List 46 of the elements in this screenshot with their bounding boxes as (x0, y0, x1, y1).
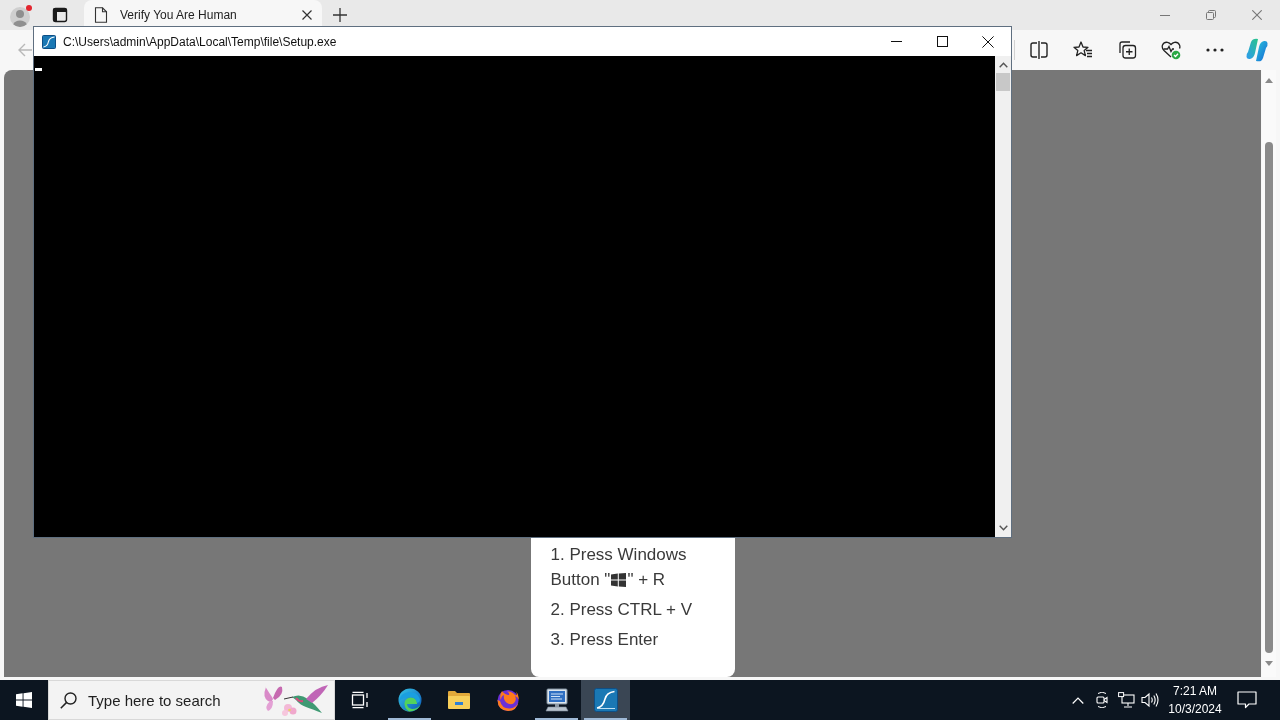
computer-icon (543, 688, 570, 712)
colorful-logo-icon[interactable] (1245, 38, 1269, 62)
step-text: " + R (627, 569, 666, 591)
heart-pulse-icon[interactable] (1161, 40, 1181, 60)
speaker-icon[interactable] (1141, 692, 1159, 708)
minimize-icon[interactable] (890, 41, 902, 42)
folder-icon (446, 690, 471, 710)
scrollbar-thumb[interactable] (996, 73, 1010, 91)
task-view-icon[interactable] (351, 691, 369, 709)
camera-icon[interactable] (1094, 692, 1110, 708)
page-icon (94, 7, 108, 23)
clock-time[interactable]: 7:21 AM (1173, 682, 1217, 700)
restore-icon[interactable] (1206, 10, 1216, 20)
chevron-up-icon[interactable] (1072, 696, 1084, 704)
taskbar-button[interactable] (581, 680, 630, 720)
maximize-icon[interactable] (936, 36, 948, 47)
curve-icon (593, 688, 618, 712)
swirl-icon (397, 688, 422, 712)
collections-icon[interactable] (1117, 40, 1137, 60)
step-text: 3. Press Enter (550, 629, 659, 651)
close-icon[interactable] (982, 35, 994, 48)
tab-actions-icon[interactable] (52, 7, 68, 23)
scrollbar[interactable] (995, 56, 1011, 537)
step-text: 2. Press CTRL + V (550, 599, 693, 621)
windows-logo-icon (611, 572, 627, 587)
notification-icon[interactable] (1237, 691, 1257, 709)
curve-icon (42, 34, 56, 49)
window-title: C:\Users\admin\AppData\Local\Temp\file\Setup.exe (63, 34, 337, 49)
flame-globe-icon (495, 688, 520, 712)
step-text: 1. Press Windows (550, 544, 687, 566)
split-screen-icon[interactable] (1029, 40, 1049, 60)
network-icon[interactable] (1117, 692, 1135, 708)
new-tab-icon[interactable] (333, 8, 347, 22)
clock-date[interactable]: 10/3/2024 (1168, 700, 1222, 718)
close-tab-icon[interactable] (302, 10, 312, 20)
search-icon (60, 692, 77, 709)
step-text: Button " (550, 569, 611, 591)
scrollbar-thumb[interactable] (1265, 142, 1273, 653)
search-field[interactable]: Type here to search (48, 680, 335, 720)
favorites-icon[interactable] (1073, 40, 1093, 60)
more-icon[interactable] (1205, 48, 1225, 52)
profile-icon[interactable] (9, 3, 33, 28)
scroll-up-arrow-icon[interactable] (1265, 78, 1273, 83)
scroll-down-arrow-icon[interactable] (1265, 661, 1273, 666)
butterfly-bird-drawing (262, 683, 330, 717)
start-windows-icon[interactable] (16, 692, 32, 708)
